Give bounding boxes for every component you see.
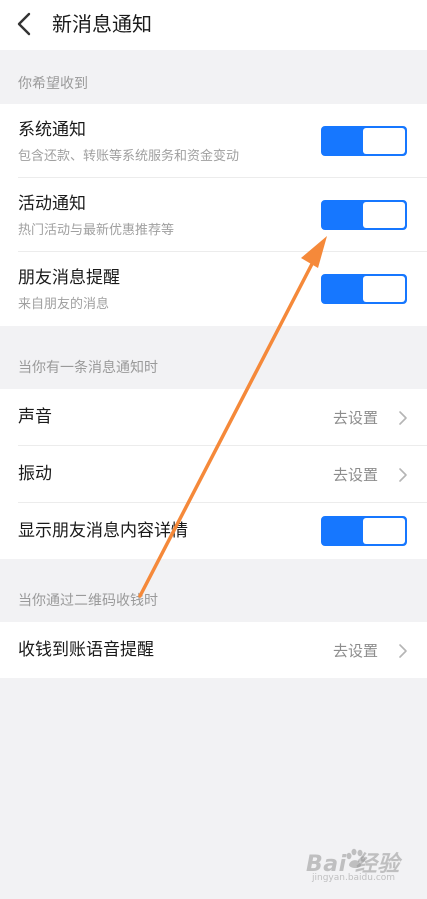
toggle-knob <box>363 276 405 302</box>
row-subtitle: 来自朋友的消息 <box>18 297 110 312</box>
watermark: Bai 经验 jingyan.baidu.com <box>306 846 416 886</box>
chevron-right-icon <box>399 468 407 482</box>
row-subtitle: 热门活动与最新优惠推荐等 <box>18 223 175 238</box>
friend-message-row: 朋友消息提醒 来自朋友的消息 <box>0 252 427 326</box>
baidu-paw-icon <box>346 848 366 868</box>
section-label-receive: 你希望收到 <box>18 76 88 92</box>
row-title: 系统通知 <box>18 120 86 140</box>
qr-settings-group: 收钱到账语音提醒 去设置 <box>0 622 427 678</box>
section-label-on-qr: 当你通过二维码收钱时 <box>18 593 158 609</box>
show-details-row: 显示朋友消息内容详情 <box>0 503 427 559</box>
vibrate-row[interactable]: 振动 去设置 <box>0 446 427 503</box>
row-title: 朋友消息提醒 <box>18 268 120 288</box>
page-title: 新消息通知 <box>52 12 152 36</box>
system-notification-row: 系统通知 包含还款、转账等系统服务和资金变动 <box>0 104 427 178</box>
message-settings-group: 声音 去设置 振动 去设置 显示朋友消息内容详情 <box>0 389 427 559</box>
system-notification-toggle[interactable] <box>321 126 407 156</box>
activity-notification-toggle[interactable] <box>321 200 407 230</box>
voice-reminder-set-link[interactable]: 去设置 <box>333 640 378 662</box>
row-title: 收钱到账语音提醒 <box>18 640 154 660</box>
activity-notification-row: 活动通知 热门活动与最新优惠推荐等 <box>0 178 427 252</box>
toggle-knob <box>363 518 405 544</box>
vibrate-set-link[interactable]: 去设置 <box>333 464 378 486</box>
row-title: 显示朋友消息内容详情 <box>18 521 188 541</box>
friend-message-toggle[interactable] <box>321 274 407 304</box>
chevron-right-icon <box>399 411 407 425</box>
row-title: 声音 <box>18 407 52 427</box>
section-label-on-message: 当你有一条消息通知时 <box>18 360 158 376</box>
row-title: 振动 <box>18 464 52 484</box>
chevron-right-icon <box>399 644 407 658</box>
voice-reminder-row[interactable]: 收钱到账语音提醒 去设置 <box>0 622 427 678</box>
sound-row[interactable]: 声音 去设置 <box>0 389 427 446</box>
show-details-toggle[interactable] <box>321 516 407 546</box>
nav-bar: 新消息通知 <box>0 0 427 50</box>
toggle-knob <box>363 128 405 154</box>
sound-set-link[interactable]: 去设置 <box>333 407 378 429</box>
notifications-group: 系统通知 包含还款、转账等系统服务和资金变动 活动通知 热门活动与最新优惠推荐等… <box>0 104 427 326</box>
row-subtitle: 包含还款、转账等系统服务和资金变动 <box>18 149 240 164</box>
back-chevron-icon[interactable] <box>14 10 36 38</box>
toggle-knob <box>363 202 405 228</box>
watermark-url: jingyan.baidu.com <box>312 873 396 883</box>
row-title: 活动通知 <box>18 194 86 214</box>
